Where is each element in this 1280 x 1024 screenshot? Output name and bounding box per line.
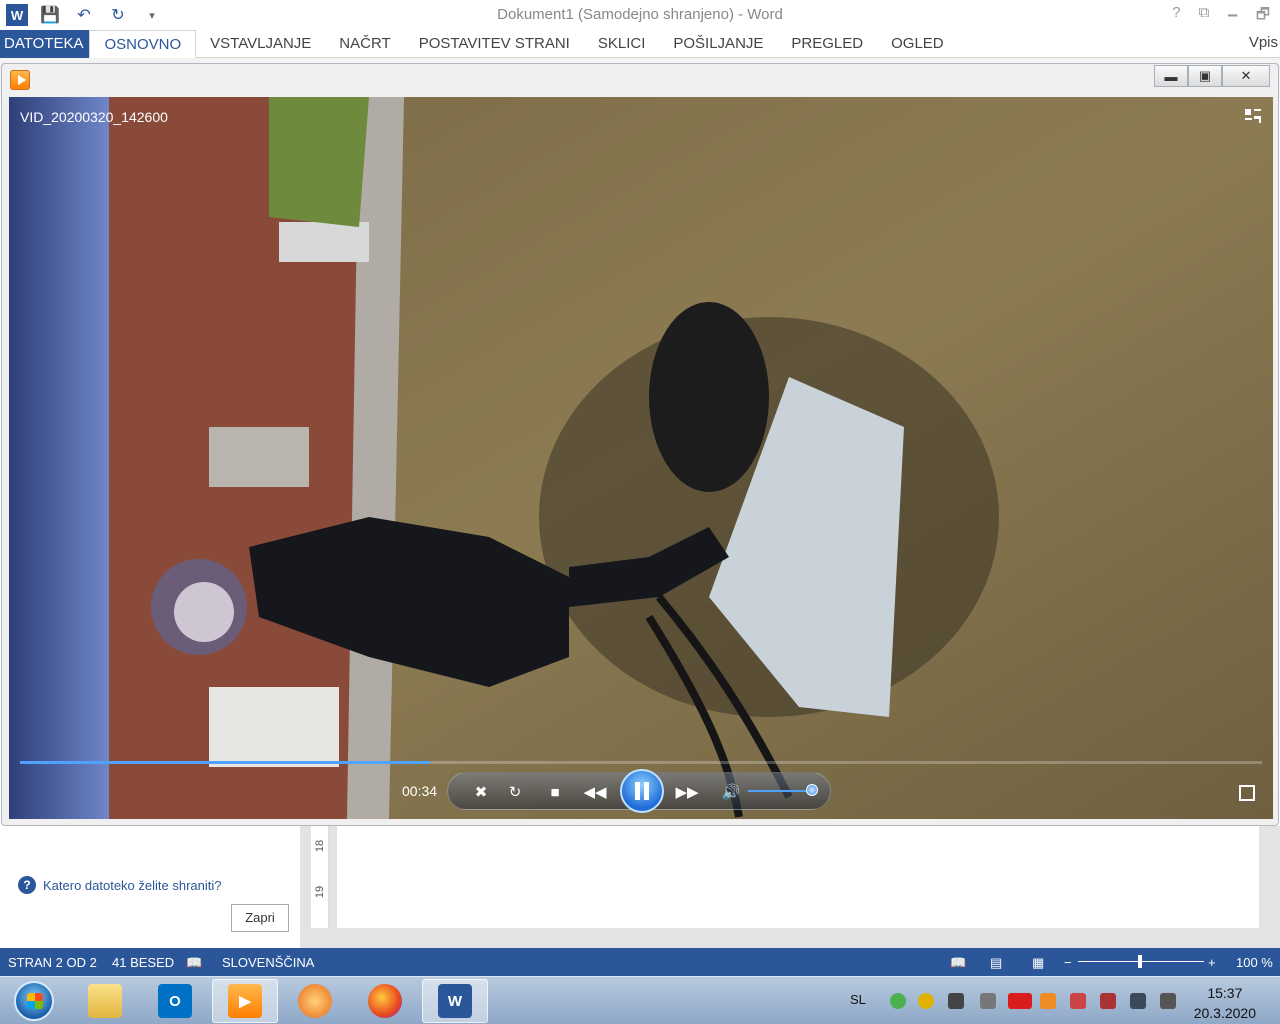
tray-app-icon[interactable]	[948, 993, 964, 1009]
action-center-flag-icon[interactable]	[1160, 993, 1176, 1009]
tray-app-icon[interactable]	[1040, 993, 1056, 1009]
media-player-icon	[10, 70, 30, 90]
input-language[interactable]: SL	[850, 992, 866, 1007]
proofing-icon[interactable]: 📖	[186, 955, 202, 971]
player-close-icon[interactable]: ✕	[1222, 65, 1270, 87]
tray-app-icon[interactable]	[918, 993, 934, 1009]
video-frame	[9, 97, 1273, 819]
switch-to-library-icon[interactable]	[1243, 107, 1263, 127]
muted-speaker-icon[interactable]	[1100, 993, 1116, 1009]
player-title-bar: ▬ ▣ ✕	[2, 64, 1278, 98]
tab-file[interactable]: DATOTEKA	[0, 30, 90, 58]
recovery-pane: ? Katero datoteko želite shraniti? Zapri	[0, 826, 300, 948]
next-icon[interactable]: ▶▶	[675, 782, 698, 802]
video-title: VID_20200320_142600	[20, 109, 168, 125]
help-icon[interactable]: ?	[1172, 4, 1180, 29]
folder-icon	[88, 984, 122, 1018]
tab-view[interactable]: OGLED	[877, 30, 958, 58]
document-page[interactable]	[337, 826, 1259, 928]
taskbar-firefox[interactable]	[352, 979, 418, 1023]
taskbar-explorer[interactable]	[72, 979, 138, 1023]
volume-knob[interactable]	[806, 784, 818, 796]
player-maximize-icon[interactable]: ▣	[1188, 65, 1222, 87]
language[interactable]: SLOVENŠČINA	[222, 955, 314, 970]
volume-icon[interactable]: 🔊	[720, 782, 742, 802]
start-button[interactable]	[14, 981, 54, 1021]
taskbar-outlook[interactable]: O	[142, 979, 208, 1023]
close-button[interactable]: Zapri	[231, 904, 289, 932]
taskbar: O ▶ W SL 15:37 20.3.2020	[0, 976, 1280, 1024]
window-title: Dokument1 (Samodejno shranjeno) - Word	[497, 6, 783, 23]
ribbon-tabs: DATOTEKA OSNOVNO VSTAVLJANJE NAČRT POSTA…	[0, 30, 1280, 58]
minimize-icon[interactable]: 🗕	[1227, 4, 1238, 29]
print-layout-icon[interactable]: ▤	[990, 955, 1002, 971]
clock-time: 15:37	[1207, 985, 1243, 1001]
media-player-window: ▬ ▣ ✕ VID_20200320_142600 00:34 ✖ ↻ ■ ◀◀…	[1, 63, 1279, 826]
vertical-ruler: 18 19	[311, 826, 329, 928]
taskbar-app-orange[interactable]	[282, 979, 348, 1023]
taskbar-word[interactable]: W	[422, 979, 488, 1023]
seek-progress	[20, 761, 430, 764]
clock[interactable]: 15:37 20.3.2020	[1194, 983, 1256, 1023]
word-count[interactable]: 41 BESED	[112, 955, 174, 970]
shell-app-icon	[298, 984, 332, 1018]
zoom-level[interactable]: 100 %	[1236, 955, 1273, 970]
elapsed-time: 00:34	[402, 783, 438, 799]
playback-controls: ✖ ↻ ■ ◀◀ ▶▶ 🔊	[447, 769, 831, 813]
shuffle-icon[interactable]: ✖	[470, 782, 492, 802]
pause-button[interactable]	[620, 769, 664, 813]
tab-home[interactable]: OSNOVNO	[89, 30, 197, 58]
tab-design[interactable]: NAČRT	[325, 30, 404, 58]
tab-review[interactable]: PREGLED	[777, 30, 877, 58]
firefox-icon	[368, 984, 402, 1018]
tab-insert[interactable]: VSTAVLJANJE	[196, 30, 325, 58]
clock-date: 20.3.2020	[1193, 1005, 1256, 1021]
zoom-in-icon[interactable]: +	[1208, 955, 1216, 970]
ruler-number: 19	[314, 885, 327, 899]
window-controls: ? ⧉ 🗕 🗗	[1172, 4, 1270, 29]
seek-bar[interactable]	[20, 761, 1262, 764]
tab-references[interactable]: SKLICI	[584, 30, 660, 58]
page-count[interactable]: STRAN 2 OD 2	[8, 955, 97, 970]
stop-icon[interactable]: ■	[544, 782, 566, 802]
ruler-number: 18	[314, 839, 327, 853]
media-player-icon: ▶	[228, 984, 262, 1018]
previous-icon[interactable]: ◀◀	[583, 782, 606, 802]
word-icon: W	[438, 984, 472, 1018]
tab-layout[interactable]: POSTAVITEV STRANI	[405, 30, 584, 58]
zoom-slider-thumb[interactable]	[1138, 955, 1142, 968]
restore-icon[interactable]: 🗗	[1256, 4, 1270, 29]
network-icon[interactable]	[1130, 993, 1146, 1009]
repeat-icon[interactable]: ↻	[504, 782, 526, 802]
outlook-icon: O	[158, 984, 192, 1018]
sign-in-link[interactable]: Vpis	[1249, 30, 1280, 58]
player-window-controls: ▬ ▣ ✕	[1154, 65, 1270, 87]
speaker-icon[interactable]	[1070, 993, 1086, 1009]
read-mode-icon[interactable]: 📖	[950, 955, 966, 971]
recovery-question[interactable]: Katero datoteko želite shraniti?	[43, 878, 222, 893]
fullscreen-icon[interactable]	[1239, 785, 1255, 801]
tray-app-icon[interactable]	[890, 993, 906, 1009]
zoom-out-icon[interactable]: −	[1064, 955, 1072, 970]
ribbon-display-icon[interactable]: ⧉	[1199, 4, 1210, 29]
word-title-bar: W 💾 ↶ ↻ ▾ Dokument1 (Samodejno shranjeno…	[0, 0, 1280, 30]
taskbar-media-player[interactable]: ▶	[212, 979, 278, 1023]
tab-mailings[interactable]: POŠILJANJE	[659, 30, 777, 58]
ati-icon[interactable]	[1008, 993, 1032, 1009]
video-area[interactable]: VID_20200320_142600 00:34 ✖ ↻ ■ ◀◀ ▶▶ 🔊	[9, 97, 1273, 819]
tray-network-icon[interactable]	[980, 993, 996, 1009]
help-question-icon: ?	[18, 876, 36, 894]
volume-slider[interactable]	[748, 790, 812, 792]
web-layout-icon[interactable]: ▦	[1032, 955, 1044, 971]
player-minimize-icon[interactable]: ▬	[1154, 65, 1188, 87]
status-bar: STRAN 2 OD 2 41 BESED 📖 SLOVENŠČINA 📖 ▤ …	[0, 948, 1280, 976]
